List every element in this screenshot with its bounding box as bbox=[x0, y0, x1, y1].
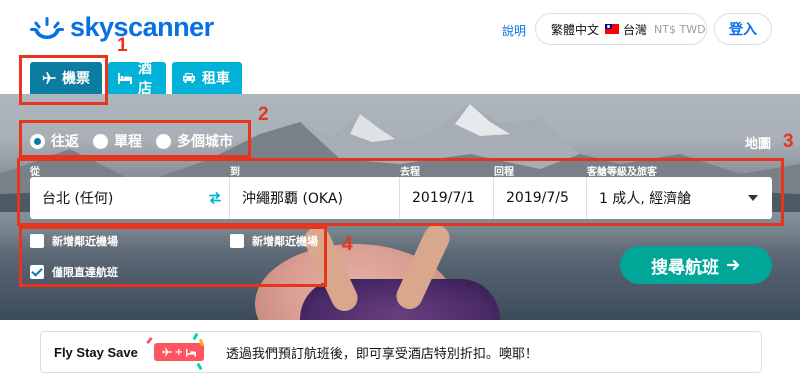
annotation-box-4 bbox=[19, 226, 327, 287]
annotation-box-1 bbox=[19, 55, 108, 105]
annotation-box-3 bbox=[17, 158, 784, 226]
annotation-number-3: 3 bbox=[783, 131, 794, 152]
language-label: 繁體中文 bbox=[551, 22, 600, 37]
tab-cars[interactable]: 租車 bbox=[172, 62, 242, 94]
help-link[interactable]: 說明 bbox=[502, 22, 526, 39]
annotation-number-1: 1 bbox=[117, 35, 128, 56]
promo-title: Fly Stay Save bbox=[54, 344, 138, 360]
flight-plus-hotel-badge-icon: + bbox=[145, 332, 204, 371]
car-icon bbox=[182, 72, 196, 84]
locale-currency-button[interactable]: 繁體中文 台灣 NT$ TWD bbox=[535, 13, 707, 45]
tab-hotels-label: 酒店 bbox=[138, 61, 152, 97]
annotation-number-2: 2 bbox=[258, 104, 269, 125]
fly-stay-save-banner[interactable]: Fly Stay Save + 透過我們預訂航班後，即可享受酒店特別折扣。噢耶！ bbox=[40, 331, 762, 373]
bed-icon bbox=[118, 72, 132, 84]
map-link[interactable]: 地圖 bbox=[745, 133, 771, 152]
arrow-right-icon bbox=[726, 256, 741, 275]
tab-cars-label: 租車 bbox=[202, 71, 230, 87]
search-flights-label: 搜尋航班 bbox=[651, 257, 719, 278]
logo-text: skyscanner bbox=[70, 12, 214, 42]
annotation-number-4: 4 bbox=[342, 234, 353, 255]
taiwan-flag-icon bbox=[605, 24, 620, 34]
country-label: 台灣 bbox=[623, 22, 648, 37]
login-button[interactable]: 登入 bbox=[714, 13, 772, 45]
tab-hotels[interactable]: 酒店 bbox=[108, 61, 166, 97]
annotation-box-2 bbox=[19, 120, 251, 158]
promo-text: 透過我們預訂航班後，即可享受酒店特別折扣。噢耶！ bbox=[225, 346, 538, 362]
search-flights-button[interactable]: 搜尋航班 bbox=[620, 246, 772, 284]
sunrise-logo-icon bbox=[30, 16, 64, 39]
currency-label: NT$ TWD bbox=[654, 22, 706, 36]
